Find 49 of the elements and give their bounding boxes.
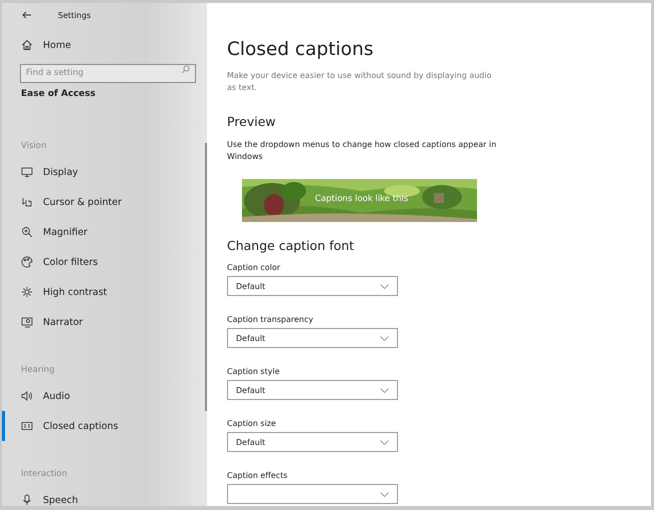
dropdown[interactable]: Default — [227, 276, 398, 296]
sun-icon — [21, 286, 33, 298]
window-title: Settings — [58, 10, 91, 20]
sidebar-item[interactable]: Audio — [2, 381, 207, 411]
chevron-down-icon — [380, 492, 389, 496]
home-link[interactable]: Home — [2, 32, 207, 58]
dropdown[interactable]: Default — [227, 432, 398, 452]
microphone-icon — [21, 494, 33, 506]
dropdown[interactable]: Default — [227, 380, 398, 400]
section-heading: Hearing — [20, 364, 56, 377]
sidebar-item[interactable]: Speech — [2, 485, 207, 506]
preview-description: Use the dropdown menus to change how closed captions appear in Windows — [227, 139, 497, 163]
section-heading: Vision — [20, 140, 48, 153]
dropdown[interactable]: Default — [227, 328, 398, 348]
chevron-down-icon — [380, 336, 389, 340]
dropdown-label: Caption style — [227, 367, 281, 376]
chevron-down-icon — [380, 284, 389, 288]
section-heading: Preview — [227, 114, 277, 129]
dropdown[interactable] — [227, 484, 398, 504]
section-heading: Change caption font — [227, 238, 356, 253]
scrollbar[interactable] — [205, 143, 207, 411]
section-heading: Interaction — [20, 468, 68, 481]
sidebar-item[interactable]: Magnifier — [2, 217, 207, 247]
sidebar-item[interactable]: Closed captions — [2, 411, 207, 441]
dropdown-label: Caption effects — [227, 471, 288, 480]
dropdown-label: Caption size — [227, 419, 277, 428]
search-icon — [181, 65, 190, 74]
dropdown-label: Caption transparency — [227, 315, 314, 324]
page-description: Make your device easier to use without sound by displaying audio as text. — [227, 70, 492, 94]
monitor-icon — [21, 166, 33, 178]
category-title: Ease of Access — [20, 88, 97, 101]
sidebar-item[interactable]: Color filters — [2, 247, 207, 277]
chevron-down-icon — [380, 440, 389, 444]
dropdown-label: Caption color — [227, 263, 282, 272]
magnifier-icon — [21, 226, 33, 238]
back-arrow-icon[interactable] — [22, 11, 32, 19]
speaker-icon — [21, 390, 33, 402]
chevron-down-icon — [380, 388, 389, 392]
sidebar-item[interactable]: Narrator — [2, 307, 207, 337]
captions-icon — [21, 420, 33, 432]
search-field[interactable]: Find a setting — [20, 64, 196, 82]
sidebar-item[interactable]: Cursor & pointer — [2, 187, 207, 217]
sidebar-item[interactable]: Display — [2, 157, 207, 187]
sidebar-item[interactable]: High contrast — [2, 277, 207, 307]
page-title: Closed captions — [227, 39, 374, 60]
home-icon — [21, 39, 33, 51]
palette-icon — [21, 256, 33, 268]
caption-sample: Captions look like this — [315, 194, 408, 204]
narrator-icon — [21, 316, 33, 328]
